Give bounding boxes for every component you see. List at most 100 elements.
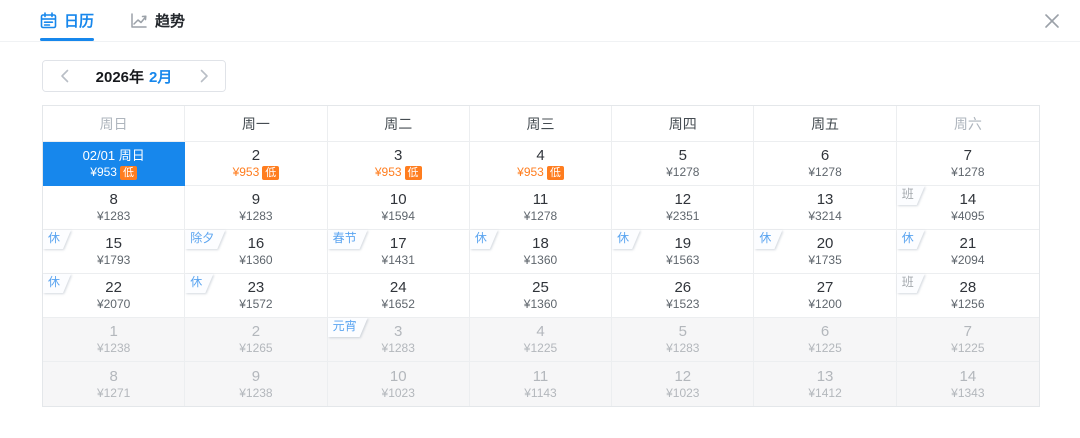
calendar-cell[interactable]: 10 ¥1023: [327, 362, 470, 406]
price-line: ¥953 低: [517, 165, 564, 180]
day-number: 13: [816, 367, 834, 385]
day-number: 18: [532, 235, 549, 252]
tab-trend[interactable]: 趋势: [130, 0, 185, 41]
low-price-badge: 低: [119, 165, 137, 180]
day-number: 6: [820, 323, 830, 340]
price-line: ¥1278: [524, 209, 557, 224]
day-number: 8: [109, 191, 118, 208]
price-value: ¥953: [374, 165, 402, 179]
calendar-cell[interactable]: 27 ¥1200: [754, 274, 897, 318]
price-line: ¥1271: [97, 386, 130, 401]
calendar-cell[interactable]: 24 ¥1652: [327, 274, 470, 318]
price-line: ¥1652: [382, 297, 415, 312]
calendar-cell[interactable]: 9 ¥1283: [185, 186, 328, 230]
price-line: ¥1412: [808, 386, 841, 401]
price-value: ¥1523: [666, 297, 700, 311]
day-number: 10: [389, 367, 407, 385]
price-line: ¥1360: [239, 253, 272, 268]
tab-calendar[interactable]: 日历: [40, 0, 95, 41]
calendar-cell[interactable]: 休 19 ¥1563: [612, 230, 755, 274]
day-number: 12: [674, 367, 692, 385]
calendar-cell[interactable]: 6 ¥1278: [754, 142, 897, 186]
day-number: 02/01 周日: [82, 148, 145, 163]
day-number: 14: [959, 191, 977, 208]
price-value: ¥953: [232, 165, 260, 179]
calendar-cell[interactable]: 10 ¥1594: [327, 186, 470, 230]
calendar-cell[interactable]: 8 ¥1271: [43, 362, 186, 406]
calendar-cell[interactable]: 12 ¥1023: [612, 362, 755, 406]
calendar-cell[interactable]: 5 ¥1278: [612, 142, 755, 186]
calendar-cell[interactable]: 休 22 ¥2070: [43, 274, 186, 318]
calendar-cell[interactable]: 除夕 16 ¥1360: [185, 230, 328, 274]
price-value: ¥1793: [96, 253, 131, 267]
calendar-cell[interactable]: 3 ¥953 低: [327, 142, 470, 186]
next-month-button[interactable]: [183, 61, 225, 91]
price-line: ¥953 低: [233, 165, 280, 180]
price-line: ¥2094: [951, 253, 984, 268]
day-number: 1: [109, 323, 118, 340]
calendar-cell[interactable]: 4 ¥1225: [469, 318, 613, 362]
calendar-cell[interactable]: 春节 17 ¥1431: [327, 230, 470, 274]
calendar-cell[interactable]: 7 ¥1225: [896, 318, 1039, 362]
weekday-row: 周日 周一 周二 周三 周四 周五 周六: [43, 106, 1039, 142]
price-line: ¥1431: [382, 253, 415, 268]
calendar-cell[interactable]: 13 ¥1412: [754, 362, 897, 406]
calendar-cell[interactable]: 班 14 ¥4095: [896, 186, 1039, 230]
day-number: 11: [532, 367, 549, 385]
price-value: ¥1431: [381, 253, 415, 267]
calendar-cell[interactable]: 休 21 ¥2094: [896, 230, 1039, 274]
calendar-cell[interactable]: 休 23 ¥1572: [185, 274, 328, 318]
calendar-cell[interactable]: 13 ¥3214: [754, 186, 897, 230]
low-price-badge: 低: [404, 165, 422, 180]
day-number: 21: [959, 235, 977, 252]
holiday-tag: 休: [754, 230, 782, 249]
price-value: ¥1225: [808, 341, 842, 355]
calendar-cell[interactable]: 8 ¥1283: [43, 186, 186, 230]
calendar-cell[interactable]: 26 ¥1523: [612, 274, 755, 318]
price-value: ¥2094: [951, 253, 985, 267]
calendar-cell[interactable]: 12 ¥2351: [612, 186, 755, 230]
day-number: 3: [394, 323, 403, 340]
calendar-cell[interactable]: 25 ¥1360: [469, 274, 613, 318]
calendar-row: 1 ¥1238 2 ¥1265 元宵 3 ¥1283 4 ¥1225 5 ¥1283 6 ¥1225 7 ¥…: [43, 318, 1039, 362]
calendar-cell[interactable]: 9 ¥1238: [185, 362, 328, 406]
close-icon[interactable]: [1040, 9, 1064, 33]
price-line: ¥1343: [951, 386, 984, 401]
day-number: 11: [532, 191, 549, 208]
day-number: 24: [389, 279, 407, 296]
calendar-cell[interactable]: 班 28 ¥1256: [896, 274, 1039, 318]
calendar-cell[interactable]: 14 ¥1343: [896, 362, 1039, 406]
calendar-cell[interactable]: 休 15 ¥1793: [43, 230, 186, 274]
calendar-cell[interactable]: 7 ¥1278: [896, 142, 1039, 186]
price-value: ¥1283: [96, 209, 131, 223]
calendar-cell[interactable]: 2 ¥1265: [185, 318, 328, 362]
holiday-tag: 除夕: [185, 230, 225, 249]
calendar-cell[interactable]: 2 ¥953 低: [185, 142, 328, 186]
calendar-cell[interactable]: 02/01 周日 ¥953 低: [43, 142, 186, 186]
prev-month-button[interactable]: [43, 61, 85, 91]
calendar-cell[interactable]: 休 20 ¥1735: [754, 230, 897, 274]
day-number: 4: [536, 147, 545, 164]
price-line: ¥1360: [524, 297, 557, 312]
price-value: ¥1360: [523, 253, 558, 267]
calendar-cell[interactable]: 11 ¥1143: [469, 362, 613, 406]
price-value: ¥1238: [96, 341, 131, 355]
calendar-cell[interactable]: 6 ¥1225: [754, 318, 897, 362]
calendar-cell[interactable]: 1 ¥1238: [43, 318, 186, 362]
price-value: ¥1283: [381, 341, 415, 355]
price-line: ¥1594: [382, 209, 415, 224]
holiday-tag: 休: [470, 230, 498, 249]
price-line: ¥2070: [97, 297, 130, 312]
calendar-row: 8 ¥1271 9 ¥1238 10 ¥1023 11 ¥1143 12 ¥1023 13 ¥1412…: [43, 362, 1039, 406]
calendar-cell[interactable]: 休 18 ¥1360: [469, 230, 613, 274]
calendar-cell[interactable]: 元宵 3 ¥1283: [327, 318, 470, 362]
calendar-cell[interactable]: 11 ¥1278: [469, 186, 613, 230]
day-number: 10: [389, 191, 407, 208]
price-value: ¥1652: [381, 297, 415, 311]
day-number: 25: [532, 279, 549, 296]
calendar-cell[interactable]: 4 ¥953 低: [469, 142, 613, 186]
day-number: 17: [389, 235, 407, 252]
price-value: ¥1256: [951, 297, 985, 311]
calendar-cell[interactable]: 5 ¥1283: [612, 318, 755, 362]
weekday-header: 周三: [469, 106, 613, 142]
